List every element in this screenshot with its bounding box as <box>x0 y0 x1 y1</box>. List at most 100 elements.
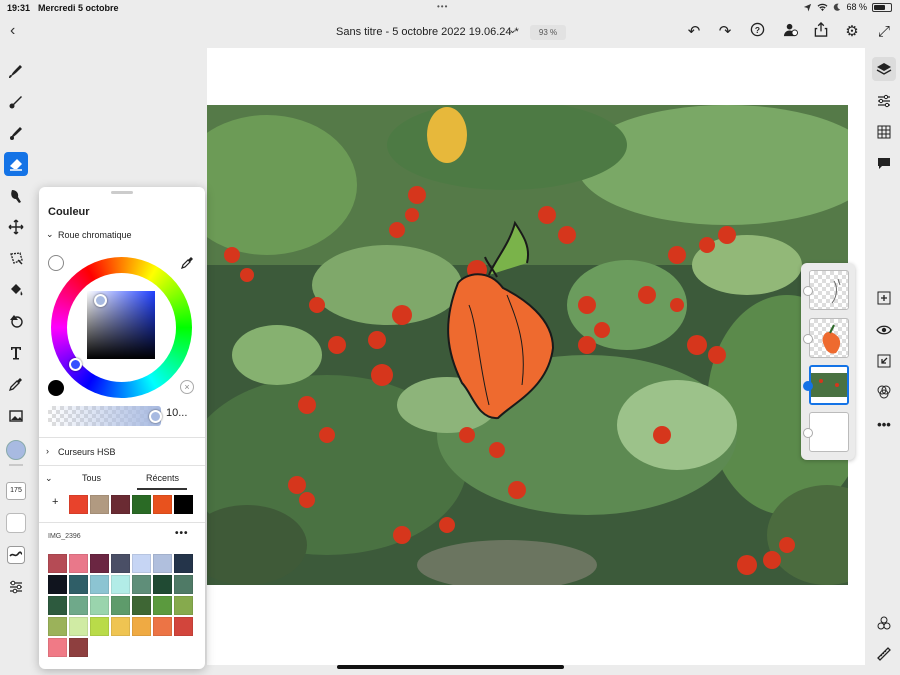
gallery-swatch[interactable] <box>90 596 109 615</box>
gallery-swatch[interactable] <box>48 638 67 657</box>
gallery-swatch[interactable] <box>132 554 151 573</box>
comments-icon[interactable] <box>872 151 896 175</box>
gallery-swatch[interactable] <box>69 575 88 594</box>
tool-smudge-icon[interactable] <box>4 184 28 208</box>
recent-swatch[interactable] <box>69 495 88 514</box>
tool-eyedropper-icon[interactable] <box>4 372 28 396</box>
blend-modes-icon[interactable] <box>872 380 896 404</box>
opacity-value[interactable]: 10... <box>166 407 187 419</box>
recent-swatch[interactable] <box>90 495 109 514</box>
swap-colors-icon[interactable]: × <box>180 380 194 394</box>
tab-tous[interactable]: Tous <box>82 473 101 483</box>
gallery-swatch[interactable] <box>48 617 67 636</box>
tool-options-sliders-icon[interactable] <box>4 575 28 599</box>
canvas-image[interactable] <box>207 105 848 585</box>
layer-sketch-thumbnail[interactable] <box>809 270 849 310</box>
layer-photo-thumbnail[interactable] <box>809 365 849 405</box>
gallery-swatch[interactable] <box>174 617 193 636</box>
more-options-icon[interactable]: ••• <box>872 412 896 436</box>
recent-swatch[interactable] <box>153 495 172 514</box>
ruler-icon[interactable] <box>872 642 896 666</box>
gallery-swatch[interactable] <box>48 596 67 615</box>
foreground-color-white[interactable] <box>48 255 64 271</box>
recent-swatch[interactable] <box>174 495 193 514</box>
swatches-collapse-chevron-icon[interactable]: ⌄ <box>45 473 53 484</box>
gallery-swatch[interactable] <box>90 554 109 573</box>
invite-user-icon[interactable] <box>780 22 800 42</box>
tool-image-icon[interactable] <box>4 404 28 428</box>
back-chevron-icon[interactable]: ‹ <box>10 22 15 40</box>
document-title[interactable]: Sans titre - 5 octobre 2022 19.06.24 * <box>336 26 519 38</box>
layers-stack-icon[interactable] <box>872 57 896 81</box>
tool-healing-icon[interactable] <box>4 121 28 145</box>
title-chevron-down-icon[interactable]: ⌄ <box>508 23 517 36</box>
settings-gear-icon[interactable]: ⚙ <box>842 22 862 42</box>
tool-eraser-icon[interactable] <box>4 152 28 176</box>
gallery-swatch[interactable] <box>111 575 130 594</box>
help-icon[interactable]: ? <box>747 22 767 42</box>
background-color-black[interactable] <box>48 380 64 396</box>
add-swatch-icon[interactable]: + <box>52 496 58 508</box>
layer-1-visibility-dot[interactable] <box>803 286 813 296</box>
tool-type-icon[interactable] <box>4 341 28 365</box>
adjustments-sliders-icon[interactable] <box>872 89 896 113</box>
layer-pepper-thumbnail[interactable] <box>809 318 849 358</box>
recent-swatch[interactable] <box>132 495 151 514</box>
tool-move-icon[interactable] <box>4 215 28 239</box>
layer-2-visibility-dot[interactable] <box>803 334 813 344</box>
gallery-swatch[interactable] <box>174 554 193 573</box>
gallery-swatch[interactable] <box>174 596 193 615</box>
opacity-slider-knob[interactable] <box>149 410 162 423</box>
gallery-swatch[interactable] <box>69 554 88 573</box>
hue-picker-knob[interactable] <box>69 358 82 371</box>
tool-brush-icon[interactable] <box>4 59 28 83</box>
gallery-swatch[interactable] <box>111 617 130 636</box>
undo-icon[interactable]: ↶ <box>684 22 704 42</box>
layer-background-thumbnail[interactable] <box>809 412 849 452</box>
panel-grabber[interactable] <box>111 191 133 194</box>
gallery-swatch[interactable] <box>153 575 172 594</box>
recent-swatch[interactable] <box>111 495 130 514</box>
tool-lasso-icon[interactable] <box>4 246 28 270</box>
sv-picker-knob[interactable] <box>94 294 107 307</box>
gallery-swatch[interactable] <box>48 575 67 594</box>
fullscreen-icon[interactable]: ⤢ <box>874 22 894 42</box>
gallery-swatch[interactable] <box>132 617 151 636</box>
share-icon[interactable] <box>811 22 831 42</box>
current-color-swatch[interactable] <box>6 440 26 460</box>
swatch-gallery-more-icon[interactable]: ••• <box>175 528 189 539</box>
gallery-swatch[interactable] <box>153 554 172 573</box>
eyedropper-icon[interactable] <box>180 254 194 270</box>
gallery-swatch[interactable] <box>69 617 88 636</box>
brush-tip-preview[interactable] <box>6 513 26 533</box>
wheel-section-chevron-icon[interactable]: ⌄ <box>46 229 54 240</box>
tool-shape-icon[interactable] <box>4 309 28 333</box>
gallery-swatch[interactable] <box>69 596 88 615</box>
gallery-swatch[interactable] <box>174 575 193 594</box>
gallery-swatch[interactable] <box>153 617 172 636</box>
hsb-chevron-right-icon[interactable]: › <box>46 446 49 456</box>
gallery-swatch[interactable] <box>48 554 67 573</box>
gallery-swatch[interactable] <box>132 596 151 615</box>
gallery-swatch[interactable] <box>90 575 109 594</box>
gallery-swatch[interactable] <box>69 638 88 657</box>
gallery-swatch[interactable] <box>111 554 130 573</box>
multitasking-dots-icon[interactable]: ••• <box>437 2 448 11</box>
tool-mixer-brush-icon[interactable] <box>4 90 28 114</box>
tab-recents[interactable]: Récents <box>146 473 179 483</box>
zoom-level[interactable]: 93 % <box>530 25 566 40</box>
grid-icon[interactable] <box>872 120 896 144</box>
gallery-swatch[interactable] <box>132 575 151 594</box>
tool-fill-icon[interactable] <box>4 278 28 302</box>
gallery-swatch[interactable] <box>111 596 130 615</box>
import-layer-icon[interactable] <box>872 349 896 373</box>
layer-3-visibility-dot[interactable] <box>803 381 813 391</box>
wheel-section-label[interactable]: Roue chromatique <box>58 230 132 240</box>
gallery-swatch[interactable] <box>90 617 109 636</box>
layer-4-visibility-dot[interactable] <box>803 428 813 438</box>
add-layer-icon[interactable] <box>872 286 896 310</box>
hsb-section-label[interactable]: Curseurs HSB <box>58 447 116 457</box>
opacity-slider[interactable] <box>48 406 161 426</box>
visibility-eye-icon[interactable] <box>872 318 896 342</box>
redo-icon[interactable]: ↷ <box>715 22 735 42</box>
